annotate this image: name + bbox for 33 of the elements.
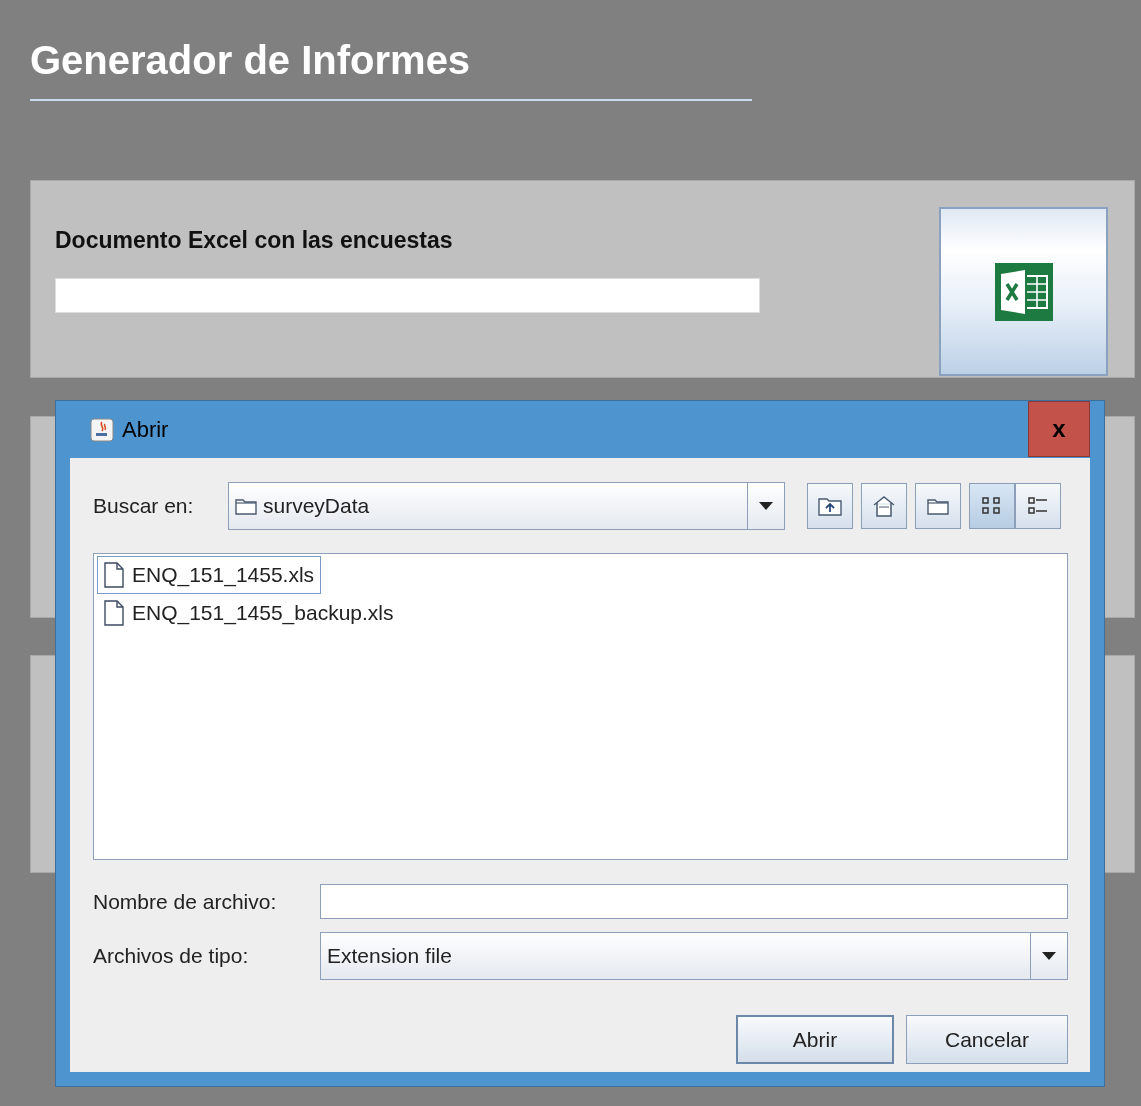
close-button[interactable]: x <box>1028 401 1090 457</box>
file-type-dropdown[interactable]: Extension file <box>320 932 1068 980</box>
new-folder-button[interactable] <box>915 483 961 529</box>
file-item[interactable]: ENQ_151_1455.xls <box>97 556 322 594</box>
look-in-dropdown[interactable]: surveyData <box>228 482 785 530</box>
file-type-label: Archivos de tipo: <box>93 944 250 968</box>
file-name-field[interactable] <box>320 884 1068 919</box>
grid-icon <box>981 495 1003 517</box>
file-item[interactable]: ENQ_151_1455_backup.xls <box>97 594 401 632</box>
caret-icon <box>759 502 773 510</box>
details-view-button[interactable] <box>1015 483 1061 529</box>
excel-button[interactable] <box>939 207 1108 376</box>
file-name-label: Nombre de archivo: <box>93 889 278 914</box>
up-folder-button[interactable] <box>807 483 853 529</box>
path-field[interactable] <box>55 278 760 313</box>
up-folder-icon <box>818 496 842 516</box>
dialog-button[interactable]: Abrir <box>736 1015 894 1064</box>
folder-icon <box>235 497 257 515</box>
cup-icon <box>90 417 114 442</box>
dialog-button[interactable]: Cancelar <box>906 1015 1068 1064</box>
look-in-label: Buscar en: <box>93 494 195 518</box>
dialog-title: Abrir <box>122 416 170 443</box>
list-icon <box>1027 495 1049 517</box>
home-button[interactable] <box>861 483 907 529</box>
file-icon <box>104 600 124 626</box>
spreadsheet-icon <box>994 262 1053 321</box>
app-title: Generador de Informes <box>30 38 471 83</box>
field-label: Documento Excel con las encuestas <box>55 227 454 254</box>
folder-icon <box>927 497 949 515</box>
home-icon <box>872 495 896 517</box>
caret-icon <box>1042 952 1056 960</box>
list-view-button[interactable] <box>969 483 1015 529</box>
file-icon <box>104 562 124 588</box>
